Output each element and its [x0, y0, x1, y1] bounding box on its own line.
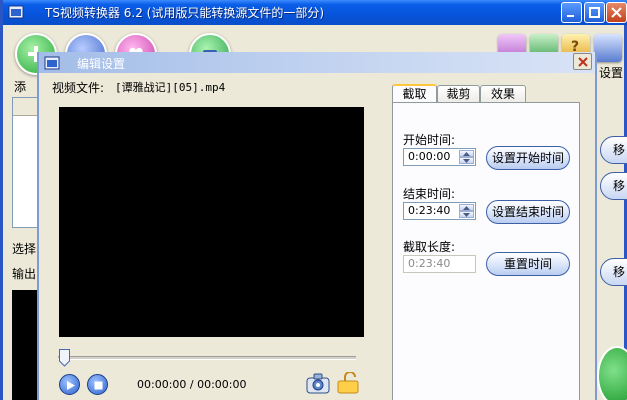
- dialog-title-bar[interactable]: 编辑设置: [39, 52, 595, 73]
- seek-track[interactable]: [58, 356, 356, 360]
- trim-length-label: 截取长度:: [403, 240, 456, 254]
- seek-slider-thumb[interactable]: [59, 349, 70, 367]
- dialog-close-button[interactable]: [573, 53, 592, 70]
- dialog-app-icon: [44, 56, 60, 70]
- toolbar-add-label: 添: [14, 80, 27, 94]
- end-time-label: 结束时间:: [403, 187, 456, 201]
- main-window-title: TS视频转换器 6.2 (试用版只能转换源文件的一部分): [45, 6, 325, 20]
- output-label: 输出: [12, 267, 37, 281]
- stop-icon: [94, 381, 103, 390]
- maximize-button[interactable]: [584, 2, 605, 23]
- end-time-input[interactable]: 0:23:40: [403, 202, 476, 220]
- start-time-up-arrow[interactable]: [459, 150, 474, 157]
- select-label: 选择: [12, 242, 37, 256]
- minimize-button[interactable]: [561, 2, 582, 23]
- close-icon: [611, 7, 622, 18]
- start-time-down-arrow[interactable]: [459, 157, 474, 164]
- move-down-button[interactable]: 移: [600, 172, 627, 200]
- end-time-up-arrow[interactable]: [459, 204, 474, 211]
- move-up-button[interactable]: 移: [600, 136, 627, 164]
- minimize-icon: [567, 15, 574, 17]
- tab-effects[interactable]: 效果: [480, 85, 526, 103]
- browse-output-button[interactable]: 移: [600, 258, 627, 286]
- folder-open-icon[interactable]: [336, 372, 360, 394]
- convert-button[interactable]: [597, 346, 627, 400]
- video-preview: [59, 107, 364, 337]
- maximize-icon: [589, 7, 600, 18]
- video-file-name: [谭雅战记][05].mp4: [115, 81, 226, 94]
- tab-trim[interactable]: 截取: [392, 84, 437, 104]
- camera-icon[interactable]: [306, 372, 330, 394]
- down-arrow-icon: [463, 213, 470, 217]
- up-arrow-icon: [463, 206, 470, 210]
- time-readout: 00:00:00 / 00:00:00: [137, 378, 247, 391]
- trim-length-field: 0:23:40: [403, 255, 476, 273]
- settings-button[interactable]: [594, 34, 622, 62]
- trim-panel: 开始时间: 0:00:00 设置开始时间 结束时间: 0:23:40 设置结束时…: [392, 102, 580, 400]
- start-time-label: 开始时间:: [403, 133, 456, 147]
- play-icon: [67, 381, 75, 390]
- main-title-bar[interactable]: TS视频转换器 6.2 (试用版只能转换源文件的一部分): [3, 0, 627, 25]
- set-end-time-button[interactable]: 设置结束时间: [486, 200, 570, 224]
- tab-crop[interactable]: 裁剪: [437, 85, 480, 103]
- edit-settings-dialog: 编辑设置 视频文件: [谭雅战记][05].mp4 00:00:00 / 00:…: [37, 52, 597, 400]
- stop-button[interactable]: [87, 374, 108, 395]
- main-close-button[interactable]: [606, 2, 627, 23]
- video-file-label: 视频文件:: [52, 81, 105, 95]
- toolbar-settings-label: 设置: [599, 66, 624, 80]
- up-arrow-icon: [463, 152, 470, 156]
- set-start-time-button[interactable]: 设置开始时间: [486, 146, 570, 170]
- end-time-down-arrow[interactable]: [459, 211, 474, 218]
- dialog-title: 编辑设置: [77, 57, 126, 71]
- start-time-input[interactable]: 0:00:00: [403, 148, 476, 166]
- app-icon: [8, 5, 24, 19]
- close-icon: [578, 57, 588, 67]
- play-button[interactable]: [59, 374, 80, 395]
- reset-time-button[interactable]: 重置时间: [486, 252, 570, 276]
- down-arrow-icon: [463, 159, 470, 163]
